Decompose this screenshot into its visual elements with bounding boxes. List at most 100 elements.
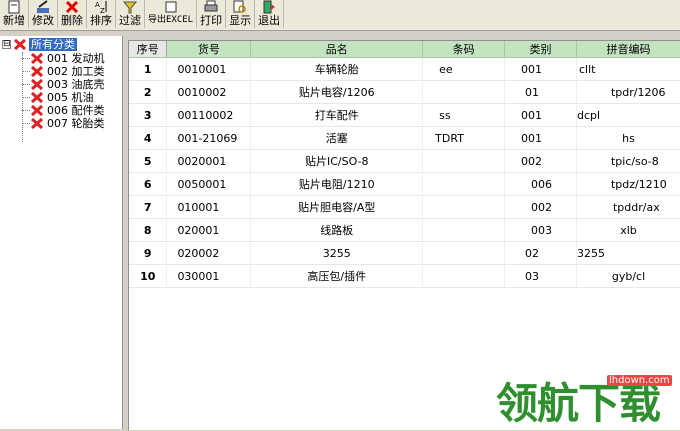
cell-barcode[interactable]: ss — [422, 103, 506, 127]
tree-item-005[interactable]: 005 机油 — [22, 91, 94, 104]
cell-code[interactable]: 00110002 — [166, 103, 252, 127]
cell-name[interactable]: 车辆轮胎 — [250, 57, 424, 81]
edit-button[interactable]: 修改 — [29, 0, 58, 28]
table-row[interactable]: 9 020002 3255 02 3255 — [129, 241, 680, 265]
cell-barcode[interactable] — [422, 80, 506, 104]
column-header-code[interactable]: 货号 — [166, 41, 252, 58]
cell-barcode[interactable] — [422, 241, 506, 265]
cell-barcode[interactable]: ee — [422, 57, 506, 81]
tree-branch — [22, 58, 30, 59]
cell-pinyin[interactable]: tpic/so-8 — [576, 149, 680, 173]
tree-root-label: 所有分类 — [29, 38, 77, 51]
category-tree[interactable]: ⊟ 所有分类 001 发动机 002 加工类 003 油底壳 005 机油 00… — [0, 36, 123, 429]
table-row[interactable]: 8 020001 线路板 003 xlb — [129, 218, 680, 242]
cell-category[interactable]: 01 — [504, 80, 577, 104]
export-excel-button[interactable]: 导出EXCEL — [145, 0, 198, 28]
column-header-category[interactable]: 类别 — [504, 41, 577, 58]
cell-name[interactable]: 高压包/插件 — [250, 264, 424, 288]
cell-barcode[interactable] — [422, 172, 506, 196]
cell-category[interactable]: 001 — [504, 103, 577, 127]
new-label: 新增 — [3, 14, 25, 27]
column-header-pinyin[interactable]: 拼音编码 — [576, 41, 680, 58]
cell-barcode[interactable] — [422, 195, 506, 219]
cell-code[interactable]: 030001 — [166, 264, 252, 288]
tree-branch — [22, 71, 30, 72]
tree-item-001[interactable]: 001 发动机 — [22, 52, 105, 65]
delete-label: 删除 — [61, 14, 83, 27]
table-row[interactable]: 6 0050001 贴片电阻/1210 006 tpdz/1210 — [129, 172, 680, 196]
cell-code[interactable]: 0010001 — [166, 57, 252, 81]
tree-item-label: 006 配件类 — [47, 104, 105, 117]
cell-category[interactable]: 006 — [504, 172, 577, 196]
tree-branch — [22, 110, 30, 111]
table-row[interactable]: 4 001-21069 活塞 TDRT 001 hs — [129, 126, 680, 150]
category-x-icon — [30, 104, 44, 117]
delete-button[interactable]: 删除 — [58, 0, 87, 28]
cell-pinyin[interactable]: 3255 — [576, 241, 680, 265]
table-row[interactable]: 2 0010002 贴片电容/1206 01 tpdr/1206 — [129, 80, 680, 104]
cell-barcode[interactable] — [422, 218, 506, 242]
table-row[interactable]: 7 010001 贴片胆电容/A型 002 tpddr/ax — [129, 195, 680, 219]
cell-code[interactable]: 020002 — [166, 241, 252, 265]
print-button[interactable]: 打印 — [197, 0, 227, 28]
cell-code[interactable]: 020001 — [166, 218, 252, 242]
column-header-seq[interactable]: 序号 — [129, 41, 168, 58]
table-row[interactable]: 5 0020001 贴片IC/SO-8 002 tpic/so-8 — [129, 149, 680, 173]
cell-name[interactable]: 活塞 — [250, 126, 424, 150]
cell-pinyin[interactable]: xlb — [576, 218, 680, 242]
cell-pinyin[interactable]: dcpl — [576, 103, 680, 127]
cell-seq: 4 — [129, 126, 168, 150]
cell-name[interactable]: 打车配件 — [250, 103, 424, 127]
cell-barcode[interactable] — [422, 149, 506, 173]
cell-pinyin[interactable]: gyb/cl — [576, 264, 680, 288]
sort-icon: AZ — [93, 0, 109, 14]
preview-button[interactable]: 显示 — [226, 0, 256, 28]
cell-name[interactable]: 线路板 — [250, 218, 424, 242]
tree-item-006[interactable]: 006 配件类 — [22, 104, 105, 117]
exit-button[interactable]: 退出 — [255, 0, 285, 28]
table-row[interactable]: 1 0010001 车辆轮胎 ee 001 cllt — [129, 57, 680, 81]
column-header-barcode[interactable]: 条码 — [422, 41, 506, 58]
category-x-icon — [30, 117, 44, 130]
cell-code[interactable]: 0010002 — [166, 80, 252, 104]
new-button[interactable]: 新增 — [0, 0, 29, 28]
column-header-name[interactable]: 品名 — [250, 41, 424, 58]
collapse-icon[interactable]: ⊟ — [2, 40, 11, 49]
cell-name[interactable]: 贴片电阻/1210 — [250, 172, 424, 196]
tree-item-003[interactable]: 003 油底壳 — [22, 78, 105, 91]
cell-code[interactable]: 0050001 — [166, 172, 252, 196]
cell-name[interactable]: 贴片IC/SO-8 — [250, 149, 424, 173]
category-x-icon — [30, 91, 44, 104]
cell-category[interactable]: 002 — [504, 149, 577, 173]
cell-pinyin[interactable]: tpddr/ax — [576, 195, 680, 219]
table-row[interactable]: 10 030001 高压包/插件 03 gyb/cl — [129, 264, 680, 288]
filter-button[interactable]: 过滤 — [116, 0, 145, 28]
cell-code[interactable]: 0020001 — [166, 149, 252, 173]
tree-root-node[interactable]: ⊟ 所有分类 — [2, 38, 77, 51]
svg-text:Z: Z — [100, 7, 105, 14]
cell-barcode[interactable] — [422, 264, 506, 288]
cell-code[interactable]: 001-21069 — [166, 126, 252, 150]
cell-pinyin[interactable]: tpdz/1210 — [576, 172, 680, 196]
sort-label: 排序 — [90, 14, 112, 27]
cell-name[interactable]: 贴片电容/1206 — [250, 80, 424, 104]
tree-item-002[interactable]: 002 加工类 — [22, 65, 105, 78]
sort-button[interactable]: AZ 排序 — [87, 0, 116, 28]
tree-branch — [22, 97, 30, 98]
category-x-icon — [30, 65, 44, 78]
cell-pinyin[interactable]: tpdr/1206 — [576, 80, 680, 104]
cell-pinyin[interactable]: cllt — [576, 57, 680, 81]
cell-category[interactable]: 003 — [504, 218, 577, 242]
cell-pinyin[interactable]: hs — [576, 126, 680, 150]
cell-category[interactable]: 001 — [504, 126, 577, 150]
cell-name[interactable]: 3255 — [250, 241, 424, 265]
cell-category[interactable]: 001 — [504, 57, 577, 81]
cell-category[interactable]: 002 — [504, 195, 577, 219]
cell-category[interactable]: 02 — [504, 241, 577, 265]
cell-category[interactable]: 03 — [504, 264, 577, 288]
table-row[interactable]: 3 00110002 打车配件 ss 001 dcpl — [129, 103, 680, 127]
cell-barcode[interactable]: TDRT — [422, 126, 506, 150]
cell-code[interactable]: 010001 — [166, 195, 252, 219]
cell-name[interactable]: 贴片胆电容/A型 — [250, 195, 424, 219]
tree-item-007[interactable]: 007 轮胎类 — [22, 117, 105, 130]
